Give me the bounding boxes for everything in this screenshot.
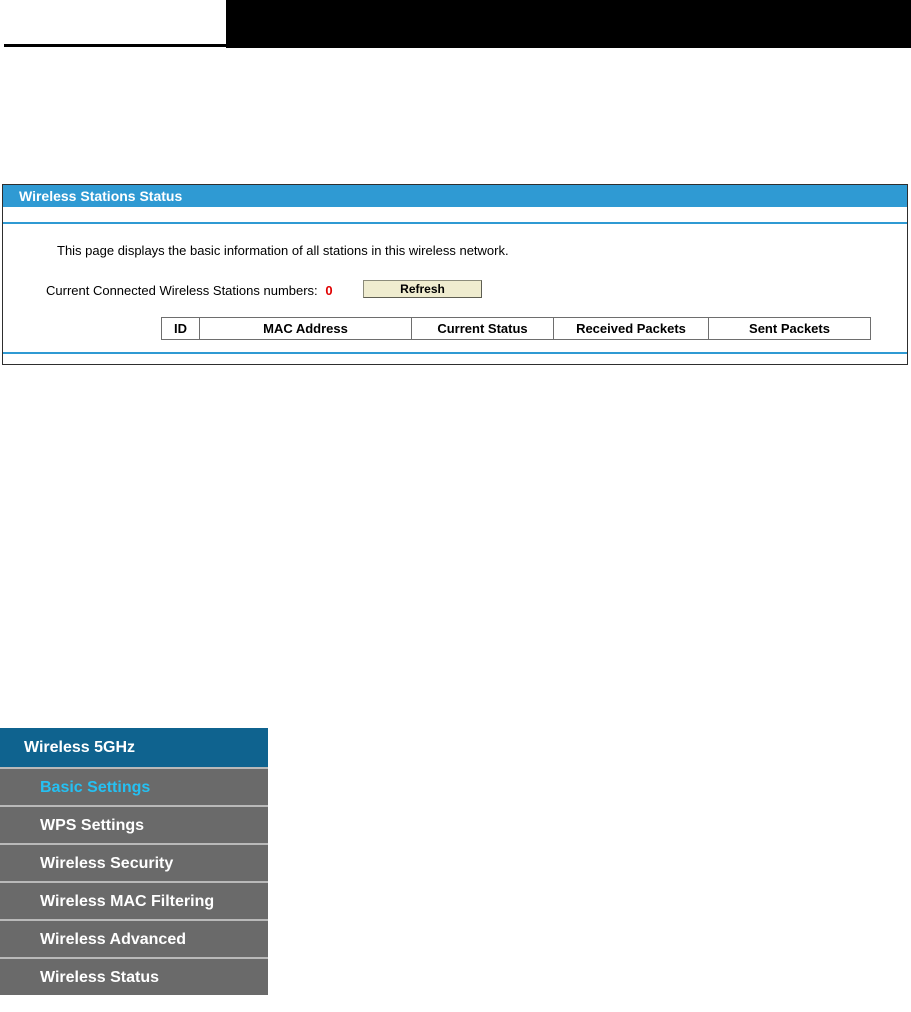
header-bar: [226, 0, 911, 48]
panel-description: This page displays the basic information…: [57, 243, 509, 258]
menu-item-wireless-mac-filtering[interactable]: Wireless MAC Filtering: [0, 881, 268, 919]
menu-item-wireless-status[interactable]: Wireless Status: [0, 957, 268, 995]
column-header-current-status: Current Status: [411, 317, 554, 340]
stations-count-row: Current Connected Wireless Stations numb…: [46, 281, 333, 301]
menu-item-wireless-advanced[interactable]: Wireless Advanced: [0, 919, 268, 957]
column-header-sent-packets: Sent Packets: [708, 317, 871, 340]
panel-divider-bottom: [3, 352, 907, 354]
panel-title: Wireless Stations Status: [3, 185, 907, 207]
menu-item-basic-settings[interactable]: Basic Settings: [0, 767, 268, 805]
wireless-5ghz-menu: Wireless 5GHz Basic Settings WPS Setting…: [0, 728, 268, 995]
stations-table: ID MAC Address Current Status Received P…: [161, 317, 871, 340]
column-header-mac-address: MAC Address: [199, 317, 412, 340]
table-header-row: ID MAC Address Current Status Received P…: [161, 317, 871, 340]
refresh-button[interactable]: Refresh: [363, 280, 482, 298]
menu-item-wps-settings[interactable]: WPS Settings: [0, 805, 268, 843]
stations-count-value: 0: [325, 283, 333, 298]
header-rule: [4, 44, 226, 47]
wireless-stations-status-panel: Wireless Stations Status This page displ…: [2, 184, 908, 365]
menu-header[interactable]: Wireless 5GHz: [0, 728, 268, 767]
stations-count-label: Current Connected Wireless Stations numb…: [46, 283, 318, 298]
panel-divider-top: [3, 222, 907, 224]
column-header-received-packets: Received Packets: [553, 317, 709, 340]
menu-item-wireless-security[interactable]: Wireless Security: [0, 843, 268, 881]
column-header-id: ID: [161, 317, 200, 340]
